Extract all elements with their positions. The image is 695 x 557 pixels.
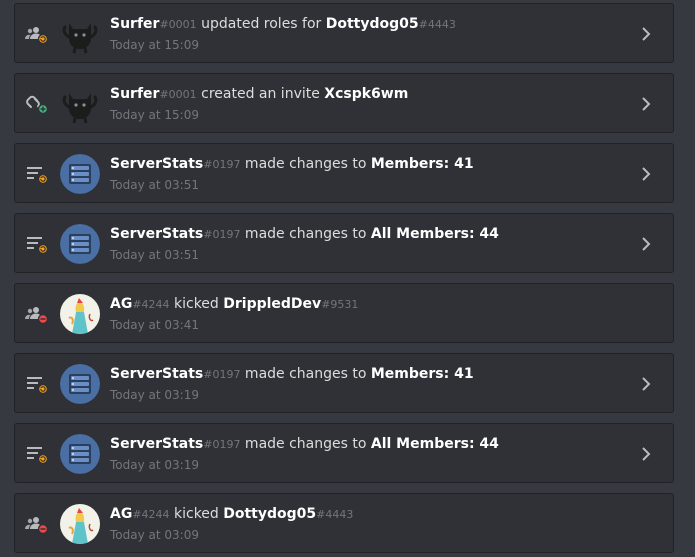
channel-update-icon	[25, 164, 49, 185]
entry-summary: ServerStats#0197 made changes to Members…	[110, 365, 474, 384]
user-name[interactable]: ServerStats	[110, 436, 203, 452]
chevron-right-icon[interactable]	[641, 446, 651, 462]
channel-update-icon	[25, 374, 49, 395]
target-name: All Members: 44	[370, 226, 499, 242]
user-discriminator: #0197	[203, 228, 241, 241]
timestamp: Today at 03:09	[110, 528, 199, 542]
target-name: Members: 41	[370, 366, 474, 382]
action-text: made changes to	[240, 366, 371, 382]
audit-log-entry[interactable]: ServerStats#0197 made changes to All Mem…	[14, 213, 674, 273]
channel-update-icon	[25, 234, 49, 255]
audit-log-entry[interactable]: AG#4244 kicked Dottydog05#4443 Today at …	[14, 493, 674, 553]
audit-log-entry[interactable]: Surfer#0001 created an invite Xcspk6wm T…	[14, 73, 674, 133]
timestamp: Today at 03:41	[110, 318, 199, 332]
user-name[interactable]: AG	[110, 296, 132, 312]
action-text: created an invite	[196, 86, 325, 102]
user-discriminator: #0001	[159, 88, 197, 101]
timestamp: Today at 15:09	[110, 38, 199, 52]
action-text: made changes to	[240, 436, 371, 452]
entry-summary: ServerStats#0197 made changes to Members…	[110, 155, 474, 174]
avatar[interactable]	[60, 14, 100, 54]
user-name[interactable]: AG	[110, 506, 132, 522]
target-name: Dottydog05	[223, 506, 317, 522]
target-discriminator: #4443	[316, 508, 354, 521]
user-name[interactable]: ServerStats	[110, 366, 203, 382]
user-discriminator: #0197	[203, 438, 241, 451]
action-text: kicked	[169, 506, 224, 522]
timestamp: Today at 03:51	[110, 178, 199, 192]
action-text: made changes to	[240, 156, 371, 172]
timestamp: Today at 15:09	[110, 108, 199, 122]
chevron-right-icon[interactable]	[641, 376, 651, 392]
avatar[interactable]	[60, 294, 100, 334]
user-name[interactable]: ServerStats	[110, 156, 203, 172]
audit-log-entry[interactable]: ServerStats#0197 made changes to Members…	[14, 143, 674, 203]
audit-log-entry[interactable]: ServerStats#0197 made changes to Members…	[14, 353, 674, 413]
action-text: made changes to	[240, 226, 371, 242]
entry-summary: Surfer#0001 created an invite Xcspk6wm	[110, 85, 408, 104]
entry-summary: ServerStats#0197 made changes to All Mem…	[110, 225, 499, 244]
entry-summary: Surfer#0001 updated roles for Dottydog05…	[110, 15, 456, 34]
user-discriminator: #4244	[132, 508, 170, 521]
entry-summary: ServerStats#0197 made changes to All Mem…	[110, 435, 499, 454]
chevron-right-icon[interactable]	[641, 26, 651, 42]
member-kick-icon	[25, 514, 49, 535]
target-discriminator: #9531	[321, 298, 359, 311]
action-text: kicked	[169, 296, 224, 312]
timestamp: Today at 03:19	[110, 458, 199, 472]
audit-log-entry[interactable]: ServerStats#0197 made changes to All Mem…	[14, 423, 674, 483]
member-kick-icon	[25, 304, 49, 325]
audit-log-entry[interactable]: AG#4244 kicked DrippledDev#9531 Today at…	[14, 283, 674, 343]
user-discriminator: #4244	[132, 298, 170, 311]
user-discriminator: #0001	[159, 18, 197, 31]
entry-summary: AG#4244 kicked DrippledDev#9531	[110, 295, 358, 314]
entry-summary: AG#4244 kicked Dottydog05#4443	[110, 505, 353, 524]
avatar[interactable]	[60, 154, 100, 194]
channel-update-icon	[25, 444, 49, 465]
target-name: Xcspk6wm	[324, 86, 409, 102]
user-name[interactable]: Surfer	[110, 86, 159, 102]
action-text: updated roles for	[196, 16, 326, 32]
invite-create-icon	[25, 94, 49, 115]
timestamp: Today at 03:51	[110, 248, 199, 262]
user-discriminator: #0197	[203, 158, 241, 171]
avatar[interactable]	[60, 84, 100, 124]
user-name[interactable]: ServerStats	[110, 226, 203, 242]
target-name: DrippledDev	[223, 296, 322, 312]
target-name: Members: 41	[370, 156, 474, 172]
user-name[interactable]: Surfer	[110, 16, 159, 32]
target-discriminator: #4443	[418, 18, 456, 31]
timestamp: Today at 03:19	[110, 388, 199, 402]
chevron-right-icon[interactable]	[641, 236, 651, 252]
audit-log-list: Surfer#0001 updated roles for Dottydog05…	[0, 0, 695, 557]
avatar[interactable]	[60, 364, 100, 404]
audit-log-entry[interactable]: Surfer#0001 updated roles for Dottydog05…	[14, 3, 674, 63]
target-name: All Members: 44	[370, 436, 499, 452]
member-role-icon	[25, 24, 49, 45]
chevron-right-icon[interactable]	[641, 166, 651, 182]
avatar[interactable]	[60, 504, 100, 544]
user-discriminator: #0197	[203, 368, 241, 381]
avatar[interactable]	[60, 434, 100, 474]
chevron-right-icon[interactable]	[641, 96, 651, 112]
avatar[interactable]	[60, 224, 100, 264]
target-name: Dottydog05	[325, 16, 419, 32]
